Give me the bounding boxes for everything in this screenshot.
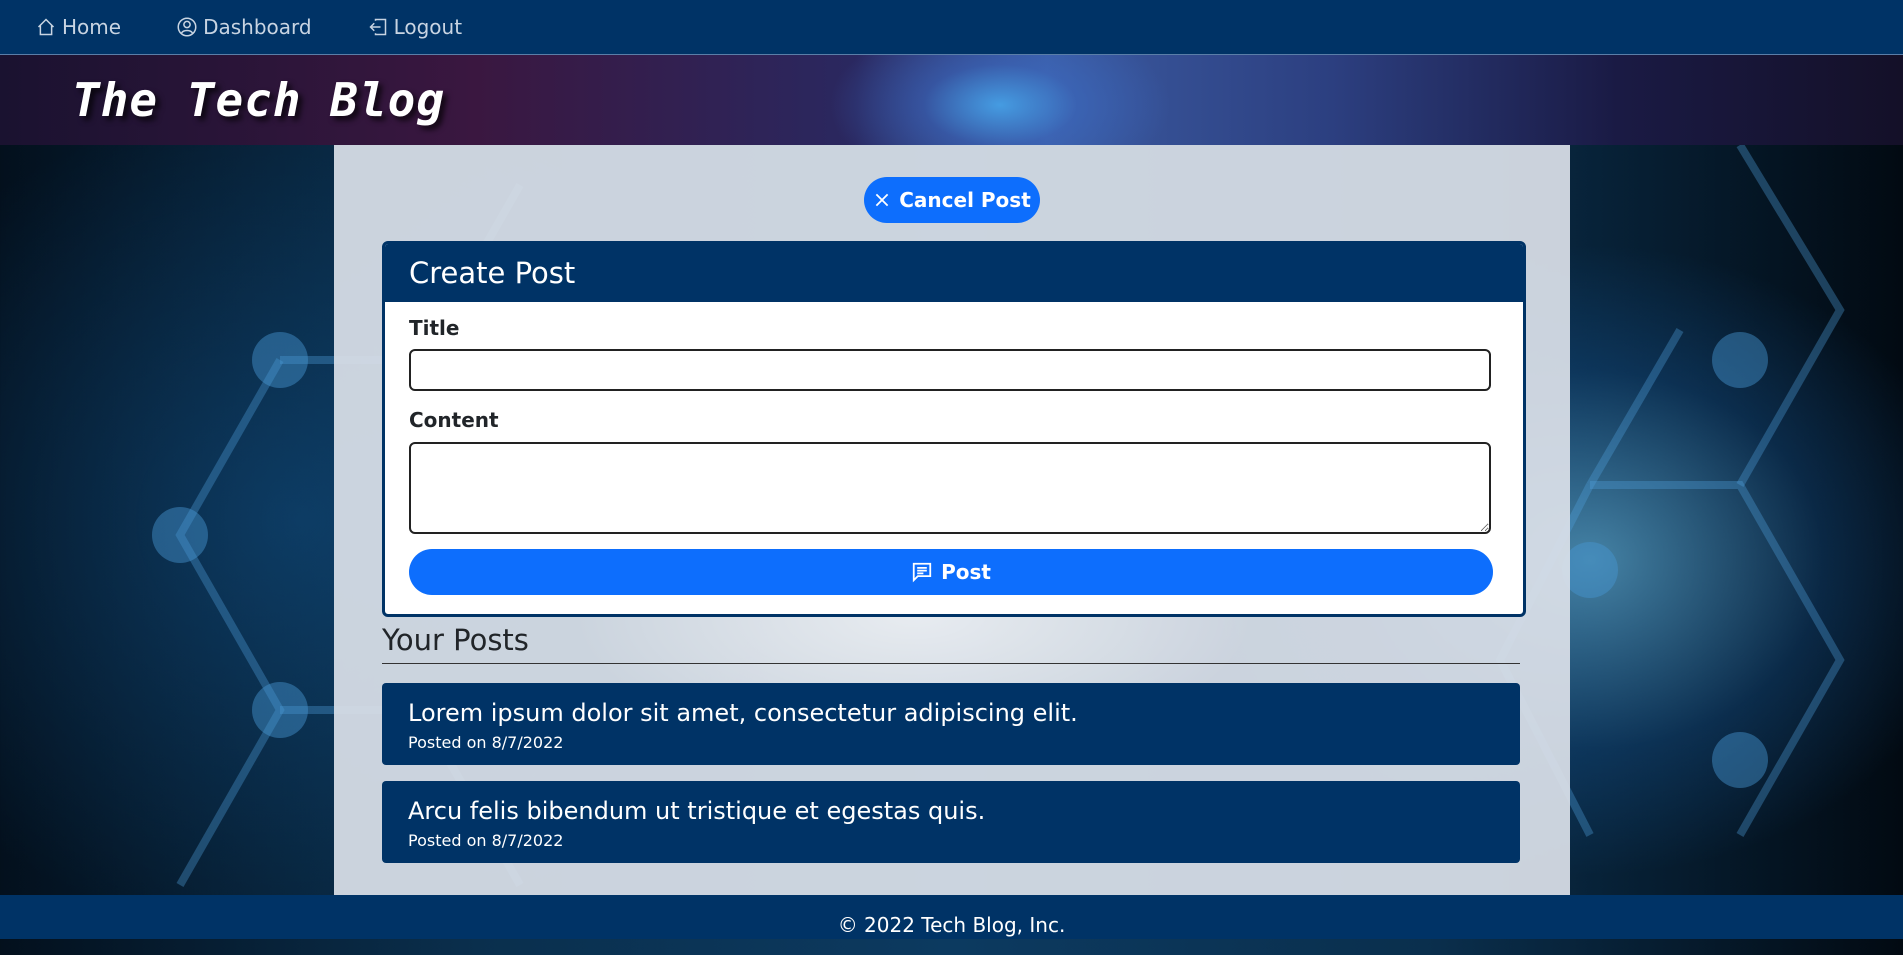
main-panel: Cancel Post Create Post Title Content Po… [334,145,1570,895]
footer-copyright: © 2022 Tech Blog, Inc. [837,913,1066,937]
post-date: Posted on 8/7/2022 [408,733,564,752]
x-icon [875,193,889,207]
nav-home-label: Home [62,15,122,39]
nav-logout-label: Logout [393,15,463,39]
nav-dashboard-link[interactable]: Dashboard [177,15,312,39]
person-circle-icon [177,17,197,37]
your-posts-heading: Your Posts [382,623,1520,664]
nav-dashboard-label: Dashboard [203,15,312,39]
chat-left-text-icon [912,562,932,583]
content-textarea[interactable] [409,442,1491,534]
post-submit-button[interactable]: Post [409,549,1493,595]
title-label: Title [409,316,460,340]
top-navbar: Home Dashboard Logout [0,0,1903,55]
house-icon [37,18,55,36]
create-post-heading: Create Post [385,244,1523,302]
post-list-item[interactable]: Lorem ipsum dolor sit amet, consectetur … [382,683,1520,765]
nav-logout-link[interactable]: Logout [368,15,462,39]
post-submit-label: Post [941,560,991,584]
title-input[interactable] [409,349,1491,391]
site-brand: The Tech Blog [72,73,446,127]
post-list-item[interactable]: Arcu felis bibendum ut tristique et eges… [382,781,1520,863]
cancel-post-label: Cancel Post [899,188,1031,212]
cancel-post-button[interactable]: Cancel Post [864,177,1040,223]
post-title: Lorem ipsum dolor sit amet, consectetur … [408,699,1078,727]
header-banner: The Tech Blog [0,55,1903,145]
create-post-card: Create Post Title Content Post [382,241,1526,617]
post-title: Arcu felis bibendum ut tristique et eges… [408,797,986,825]
nav-home-link[interactable]: Home [36,15,121,39]
content-label: Content [409,408,499,432]
box-arrow-left-icon [369,18,386,36]
post-date: Posted on 8/7/2022 [408,831,564,850]
footer: © 2022 Tech Blog, Inc. [0,895,1903,939]
